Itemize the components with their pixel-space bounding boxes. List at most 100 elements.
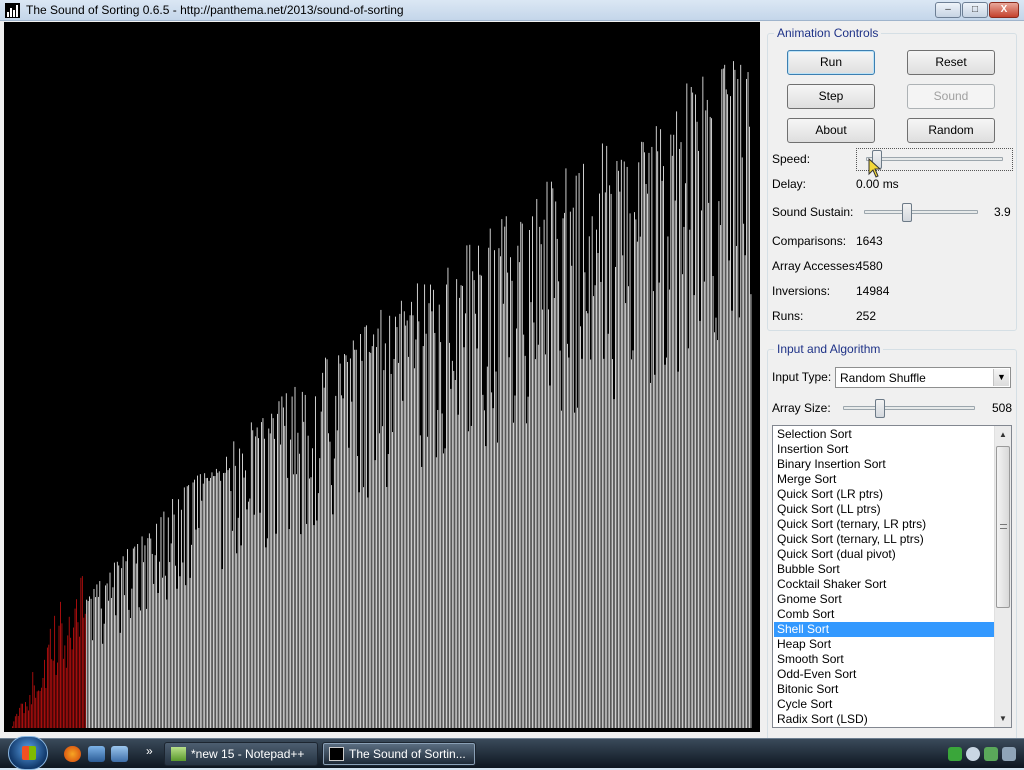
array-bar: [652, 291, 654, 728]
tray-update-icon[interactable]: [984, 747, 998, 761]
algorithm-item[interactable]: Gnome Sort: [774, 592, 994, 607]
scroll-down-icon[interactable]: ▼: [995, 710, 1011, 727]
array-bar: [281, 396, 283, 728]
sustain-slider-track[interactable]: [864, 210, 978, 214]
maximize-button[interactable]: □: [962, 2, 988, 18]
array-bar: [636, 241, 638, 728]
array-bar: [157, 592, 159, 728]
array-bar: [507, 272, 509, 728]
quicklaunch-chevron-icon[interactable]: »: [146, 744, 153, 758]
algorithm-item[interactable]: Cycle Sort: [774, 697, 994, 712]
array-bar: [339, 363, 341, 728]
random-button[interactable]: Random: [907, 118, 995, 143]
array-bar: [459, 297, 461, 728]
list-scrollbar[interactable]: ▲ ▼: [994, 426, 1011, 727]
array-bar: [213, 476, 214, 728]
array-bar: [199, 474, 201, 728]
firefox-icon[interactable]: [64, 746, 81, 762]
tray-chat-icon[interactable]: [966, 747, 980, 761]
algorithm-item[interactable]: Quick Sort (LL ptrs): [774, 502, 994, 517]
algorithm-item[interactable]: Quick Sort (ternary, LR ptrs): [774, 517, 994, 532]
array-bar: [714, 332, 715, 728]
array-bar: [735, 245, 737, 728]
array-bar: [306, 523, 308, 728]
highlighted-bar: [71, 649, 73, 728]
algorithm-item[interactable]: Quick Sort (dual pivot): [774, 547, 994, 562]
input-algorithm-legend: Input and Algorithm: [774, 342, 884, 356]
sound-button[interactable]: Sound: [907, 84, 995, 109]
task-sound-of-sorting[interactable]: The Sound of Sortin...: [322, 742, 476, 766]
chevron-down-icon[interactable]: ▼: [993, 369, 1009, 386]
array-size-slider-track[interactable]: [843, 406, 975, 410]
array-bar: [583, 163, 584, 729]
array-bar: [601, 143, 603, 729]
algorithm-item[interactable]: Comb Sort: [774, 607, 994, 622]
array-bar: [568, 357, 570, 728]
algorithm-list[interactable]: Selection Sort Insertion Sort Binary Inser…: [772, 425, 1012, 728]
array-bar: [465, 313, 466, 728]
array-bar: [489, 228, 491, 728]
array-bar: [682, 274, 683, 728]
array-bar: [670, 134, 672, 728]
array-bar: [499, 256, 501, 728]
input-type-select[interactable]: Random Shuffle ▼: [835, 367, 1011, 388]
array-bar: [266, 538, 268, 728]
array-bar: [370, 352, 372, 728]
array-bar: [156, 523, 158, 728]
array-bar: [641, 141, 643, 728]
array-bar: [696, 121, 698, 728]
algorithm-item[interactable]: Heap Sort: [774, 637, 994, 652]
scrollbar-thumb[interactable]: [996, 446, 1010, 608]
start-button[interactable]: [8, 736, 48, 770]
algorithm-item[interactable]: Selection Sort: [774, 427, 994, 442]
speed-label: Speed:: [772, 152, 811, 166]
step-button[interactable]: Step: [787, 84, 875, 109]
array-bar: [497, 442, 498, 728]
highlighted-bar: [33, 685, 35, 728]
array-bar: [259, 512, 261, 728]
algorithm-item[interactable]: Insertion Sort: [774, 442, 994, 457]
algorithm-item[interactable]: Smooth Sort: [774, 652, 994, 667]
array-bar: [320, 411, 322, 728]
title-bar[interactable]: The Sound of Sorting 0.6.5 - http://pant…: [0, 0, 1024, 21]
array-bar: [146, 608, 147, 728]
array-bar: [313, 525, 315, 728]
array-bar: [556, 238, 558, 728]
array-bar: [186, 486, 188, 728]
speed-slider-track[interactable]: [866, 157, 1003, 161]
algorithm-item[interactable]: Cocktail Shaker Sort: [774, 577, 994, 592]
close-button[interactable]: X: [989, 2, 1019, 18]
tray-network-icon[interactable]: [1002, 747, 1016, 761]
array-size-slider-thumb[interactable]: [874, 399, 885, 418]
array-bar: [708, 202, 710, 728]
switch-windows-icon[interactable]: [111, 746, 128, 762]
array-bar: [562, 218, 564, 728]
scroll-up-icon[interactable]: ▲: [995, 426, 1011, 443]
algorithm-item[interactable]: Bubble Sort: [774, 562, 994, 577]
array-bar: [683, 226, 685, 728]
run-button[interactable]: Run: [787, 50, 875, 75]
algorithm-item[interactable]: Quick Sort (LR ptrs): [774, 487, 994, 502]
minimize-button[interactable]: –: [935, 2, 961, 18]
array-bar: [462, 285, 463, 728]
task-notepadpp[interactable]: *new 15 - Notepad++: [164, 742, 318, 766]
algorithm-item[interactable]: Odd-Even Sort: [774, 667, 994, 682]
algorithm-item[interactable]: Shell Sort: [774, 622, 994, 637]
algorithm-item[interactable]: Bitonic Sort: [774, 682, 994, 697]
algorithm-item[interactable]: Radix Sort (LSD): [774, 712, 994, 727]
array-bar: [252, 430, 254, 728]
reset-button[interactable]: Reset: [907, 50, 995, 75]
algorithm-item[interactable]: Quick Sort (ternary, LL ptrs): [774, 532, 994, 547]
array-bar: [703, 281, 705, 728]
array-bar: [747, 72, 749, 728]
array-bar: [215, 468, 217, 728]
tray-status-icon[interactable]: [948, 747, 962, 761]
array-bar: [511, 280, 513, 728]
array-bar: [275, 533, 277, 728]
algorithm-item[interactable]: Binary Insertion Sort: [774, 457, 994, 472]
show-desktop-icon[interactable]: [88, 746, 105, 762]
taskbar: » *new 15 - Notepad++ The Sound of Sorti…: [0, 736, 1024, 770]
algorithm-item[interactable]: Merge Sort: [774, 472, 994, 487]
about-button[interactable]: About: [787, 118, 875, 143]
sustain-slider-thumb[interactable]: [902, 203, 913, 222]
